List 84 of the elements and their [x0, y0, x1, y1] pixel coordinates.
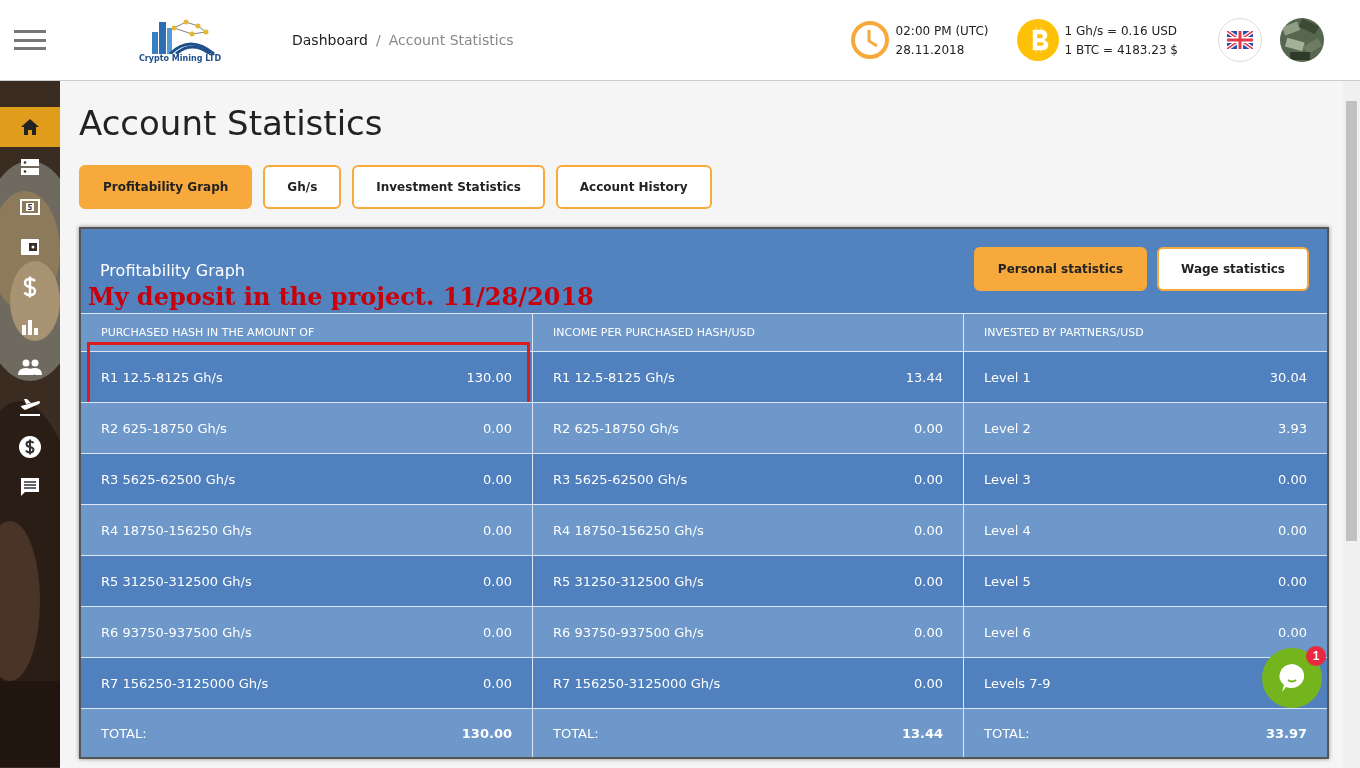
- tab[interactable]: Account History: [555, 165, 712, 209]
- bar-chart-icon: [22, 319, 38, 335]
- people-icon: [18, 359, 42, 375]
- range-label: R4 18750-156250 Gh/s: [101, 522, 252, 538]
- range-label: R5 31250-312500 Gh/s: [553, 573, 704, 589]
- dollar-icon: [23, 276, 37, 298]
- statistics-toggle[interactable]: Wage statistics: [1157, 247, 1309, 291]
- range-label: R7 156250-3125000 Gh/s: [101, 675, 269, 691]
- annotation-text: My deposit in the project. 11/28/2018: [88, 282, 594, 311]
- range-label: R2 625-18750 Gh/s: [553, 420, 679, 436]
- range-label: Level 3: [984, 471, 1031, 487]
- range-label: Level 6: [984, 624, 1031, 640]
- amount-value: 3.93: [1278, 420, 1307, 436]
- menu-icon[interactable]: [14, 30, 46, 50]
- btc-rate-text: 1 BTC = 4183.23 $: [1064, 42, 1178, 57]
- amount-value: 0.00: [1278, 522, 1307, 538]
- hash-rate-text: 1 Gh/s = 0.16 USD: [1064, 23, 1178, 38]
- range-label: Level 2: [984, 420, 1031, 436]
- amount-value: 0.00: [914, 522, 943, 538]
- logo-text: Crypto Mining LTD: [138, 53, 222, 63]
- range-label: R2 625-18750 Gh/s: [101, 420, 227, 436]
- bitcoin-icon: [1016, 19, 1059, 61]
- avatar[interactable]: [1280, 18, 1324, 62]
- total-label: TOTAL:: [101, 725, 147, 741]
- range-label: Level 4: [984, 522, 1031, 538]
- amount-value: 0.00: [1278, 624, 1307, 640]
- breadcrumb-link[interactable]: Dashboard: [292, 32, 368, 48]
- column-header: PURCHASED HASH IN THE AMOUNT OF: [81, 313, 533, 351]
- home-icon: [20, 118, 40, 136]
- range-label: R6 93750-937500 Gh/s: [553, 624, 704, 640]
- range-label: R7 156250-3125000 Gh/s: [553, 675, 721, 691]
- total-label: TOTAL:: [553, 725, 599, 741]
- range-label: R1 12.5-8125 Gh/s: [553, 369, 675, 385]
- range-label: Level 1: [984, 369, 1031, 385]
- total-label: TOTAL:: [984, 725, 1030, 741]
- range-label: R1 12.5-8125 Gh/s: [101, 369, 223, 385]
- total-value: 130.00: [461, 725, 512, 741]
- amount-value: 0.00: [914, 573, 943, 589]
- tab[interactable]: Profitability Graph: [79, 165, 253, 209]
- breadcrumb-link[interactable]: Account Statistics: [388, 32, 514, 48]
- amount-value: 0.00: [914, 420, 943, 436]
- amount-value: 0.00: [483, 471, 512, 487]
- amount-value: 0.00: [914, 471, 943, 487]
- time-text: 02:00 PM (UTC): [895, 23, 989, 38]
- total-value: 33.97: [1265, 725, 1307, 741]
- range-label: Level 5: [984, 573, 1031, 589]
- wallet-icon: [20, 238, 40, 256]
- uk-flag-icon[interactable]: [1218, 18, 1262, 62]
- airplane-icon: [19, 397, 41, 417]
- banknote-icon: [20, 199, 40, 215]
- message-icon: [20, 477, 40, 497]
- range-label: R5 31250-312500 Gh/s: [101, 573, 252, 589]
- range-label: R4 18750-156250 Gh/s: [553, 522, 704, 538]
- server-icon: [21, 158, 39, 176]
- dollar-coin-icon: [19, 436, 41, 458]
- amount-value: 13.44: [905, 369, 943, 385]
- amount-value: 0.00: [483, 522, 512, 538]
- amount-value: 0.00: [914, 624, 943, 640]
- amount-value: 0.00: [914, 675, 943, 691]
- sidebar-item[interactable]: [0, 107, 60, 147]
- amount-value: 0.00: [1278, 573, 1307, 589]
- range-label: R6 93750-937500 Gh/s: [101, 624, 252, 640]
- column-header: INCOME PER PURCHASED HASH/USD: [533, 313, 964, 351]
- page-title: Account Statistics: [79, 103, 384, 143]
- total-value: 13.44: [901, 725, 943, 741]
- range-label: R3 5625-62500 Gh/s: [553, 471, 688, 487]
- amount-value: 0.00: [483, 573, 512, 589]
- date-text: 28.11.2018: [895, 42, 966, 57]
- panel-title: Profitability Graph: [100, 261, 246, 280]
- amount-value: 0.00: [483, 624, 512, 640]
- breadcrumb-separator: /: [375, 32, 381, 48]
- amount-value: 0.00: [483, 675, 512, 691]
- range-label: R3 5625-62500 Gh/s: [101, 471, 236, 487]
- column-header: INVESTED BY PARTNERS/USD: [964, 313, 1327, 351]
- range-label: Levels 7-9: [984, 675, 1051, 691]
- amount-value: 30.04: [1269, 369, 1307, 385]
- tab[interactable]: Investment Statistics: [352, 165, 545, 209]
- clock-icon: [849, 20, 890, 60]
- amount-value: 130.00: [466, 369, 512, 385]
- tab[interactable]: Gh/s: [263, 165, 342, 209]
- statistics-toggle[interactable]: Personal statistics: [973, 247, 1148, 291]
- amount-value: 0.00: [1278, 471, 1307, 487]
- amount-value: 0.00: [483, 420, 512, 436]
- scrollbar[interactable]: [1343, 81, 1360, 768]
